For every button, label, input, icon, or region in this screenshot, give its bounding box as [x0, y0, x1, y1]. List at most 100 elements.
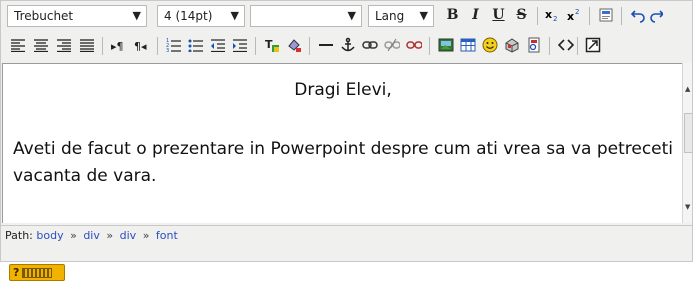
- font-size-value: 4 (14pt): [164, 9, 213, 23]
- unordered-list-button[interactable]: [185, 34, 206, 55]
- format-select[interactable]: ▼: [250, 5, 362, 27]
- chevron-down-icon: ▼: [347, 9, 356, 22]
- superscript-icon: x2: [567, 8, 579, 22]
- unordered-list-icon: [188, 39, 203, 52]
- paste-word-icon: [599, 8, 612, 21]
- unlink-icon: [383, 38, 400, 51]
- subscript-icon: x2: [545, 8, 557, 22]
- justify-button[interactable]: [76, 34, 97, 55]
- keyboard-help-button[interactable]: ?: [9, 264, 65, 281]
- editor-content[interactable]: Dragi Elevi, Aveti de facut o prezentare…: [2, 63, 682, 223]
- font-family-select[interactable]: Trebuchet ▼: [7, 5, 147, 27]
- html-editor: Trebuchet ▼ 4 (14pt) ▼ ▼ Lang ▼ B I U S …: [0, 0, 693, 262]
- font-size-select[interactable]: 4 (14pt) ▼: [157, 5, 245, 27]
- indent-icon: [232, 38, 247, 52]
- svg-text:x: x: [545, 8, 552, 21]
- path-separator: »: [70, 229, 77, 242]
- search-replace-button[interactable]: [523, 34, 544, 55]
- paste-word-button[interactable]: [595, 4, 616, 25]
- lang-value: Lang: [375, 9, 405, 23]
- toolbar-row-1: Trebuchet ▼ 4 (14pt) ▼ ▼ Lang ▼ B I U S …: [1, 1, 692, 29]
- outdent-button[interactable]: [207, 34, 228, 55]
- underline-label: U: [492, 6, 505, 23]
- scroll-thumb[interactable]: [684, 113, 692, 153]
- vertical-scrollbar[interactable]: ▲ ▼: [682, 63, 692, 223]
- svg-text:x: x: [567, 10, 574, 22]
- redo-button[interactable]: [649, 4, 663, 25]
- fullscreen-button[interactable]: [582, 34, 603, 55]
- path-bar: Path: body » div » div » font: [1, 225, 692, 261]
- bold-button[interactable]: B: [442, 4, 463, 25]
- underline-button[interactable]: U: [488, 4, 509, 25]
- path-item-div[interactable]: div: [83, 229, 100, 242]
- keyboard-icon: [22, 267, 53, 278]
- svg-text:T: T: [265, 38, 273, 51]
- svg-text:3: 3: [166, 48, 169, 52]
- svg-text:▸¶: ▸¶: [111, 40, 124, 52]
- bold-label: B: [446, 6, 459, 23]
- align-left-icon: [10, 38, 25, 52]
- toolbar-separator: [157, 37, 158, 55]
- toolbar-separator: [589, 7, 590, 25]
- align-center-button[interactable]: [30, 34, 51, 55]
- anchor-icon: [340, 37, 355, 51]
- undo-button[interactable]: [627, 4, 648, 25]
- toolbar-separator: [429, 37, 430, 55]
- toolbar-separator: [621, 7, 622, 25]
- scroll-down-icon[interactable]: ▼: [685, 203, 690, 211]
- align-right-icon: [56, 38, 71, 52]
- toolbar-separator: [309, 37, 310, 55]
- ordered-list-icon: 123: [166, 38, 181, 52]
- search-replace-icon: [528, 37, 539, 52]
- insert-image-button[interactable]: [435, 34, 456, 55]
- code-icon: [557, 38, 574, 51]
- text-color-button[interactable]: T: [261, 34, 282, 55]
- strikethrough-label: S: [516, 6, 527, 23]
- insert-char-button[interactable]: [501, 34, 522, 55]
- path-separator: »: [106, 229, 114, 242]
- text-color-icon: T: [265, 38, 279, 52]
- chevron-down-icon: ▼: [419, 9, 428, 22]
- svg-text:2: 2: [575, 8, 579, 16]
- horizontal-rule-button[interactable]: [315, 34, 336, 55]
- body-paragraph: Aveti de facut o prezentare in Powerpoin…: [13, 139, 674, 186]
- highlight-color-button[interactable]: [283, 34, 304, 55]
- font-family-value: Trebuchet: [14, 9, 74, 23]
- chevron-down-icon: ▼: [132, 9, 141, 22]
- path-item-font[interactable]: font: [156, 229, 178, 242]
- subscript-button[interactable]: x2: [542, 4, 563, 25]
- italic-button[interactable]: I: [465, 4, 486, 25]
- ltr-icon: ▸¶: [111, 40, 124, 52]
- svg-text:¶◂: ¶◂: [134, 40, 147, 52]
- toolbar-separator: [255, 37, 256, 55]
- path-separator: »: [142, 229, 150, 242]
- horizontal-rule-icon: [318, 43, 333, 46]
- ltr-button[interactable]: ▸¶: [108, 34, 129, 55]
- insert-table-button[interactable]: [457, 34, 478, 55]
- greeting-text: Dragi Elevi,: [294, 80, 392, 100]
- indent-button[interactable]: [229, 34, 250, 55]
- insert-smiley-button[interactable]: [479, 34, 500, 55]
- superscript-button[interactable]: x2: [564, 4, 585, 25]
- anchor-button[interactable]: [337, 34, 358, 55]
- ordered-list-button[interactable]: 123: [163, 34, 184, 55]
- html-source-button[interactable]: [555, 34, 576, 55]
- scroll-up-icon[interactable]: ▲: [685, 85, 690, 93]
- special-char-icon: [505, 37, 518, 53]
- question-icon: ?: [13, 266, 20, 279]
- strikethrough-button[interactable]: S: [511, 4, 532, 25]
- unlink-button[interactable]: [381, 34, 402, 55]
- path-item-body[interactable]: body: [36, 229, 63, 242]
- smiley-icon: [482, 37, 497, 52]
- align-left-button[interactable]: [7, 34, 28, 55]
- link-button[interactable]: [359, 34, 380, 55]
- undo-icon: [630, 9, 645, 23]
- align-right-button[interactable]: [53, 34, 74, 55]
- rtl-button[interactable]: ¶◂: [131, 34, 152, 55]
- toolbar-separator: [577, 37, 578, 55]
- path-item-div[interactable]: div: [120, 229, 137, 242]
- outdent-icon: [210, 38, 225, 52]
- toolbar-row-2: ▸¶ ¶◂ 123 T: [1, 31, 692, 59]
- nolink-button[interactable]: [403, 34, 424, 55]
- lang-select[interactable]: Lang ▼: [368, 5, 434, 27]
